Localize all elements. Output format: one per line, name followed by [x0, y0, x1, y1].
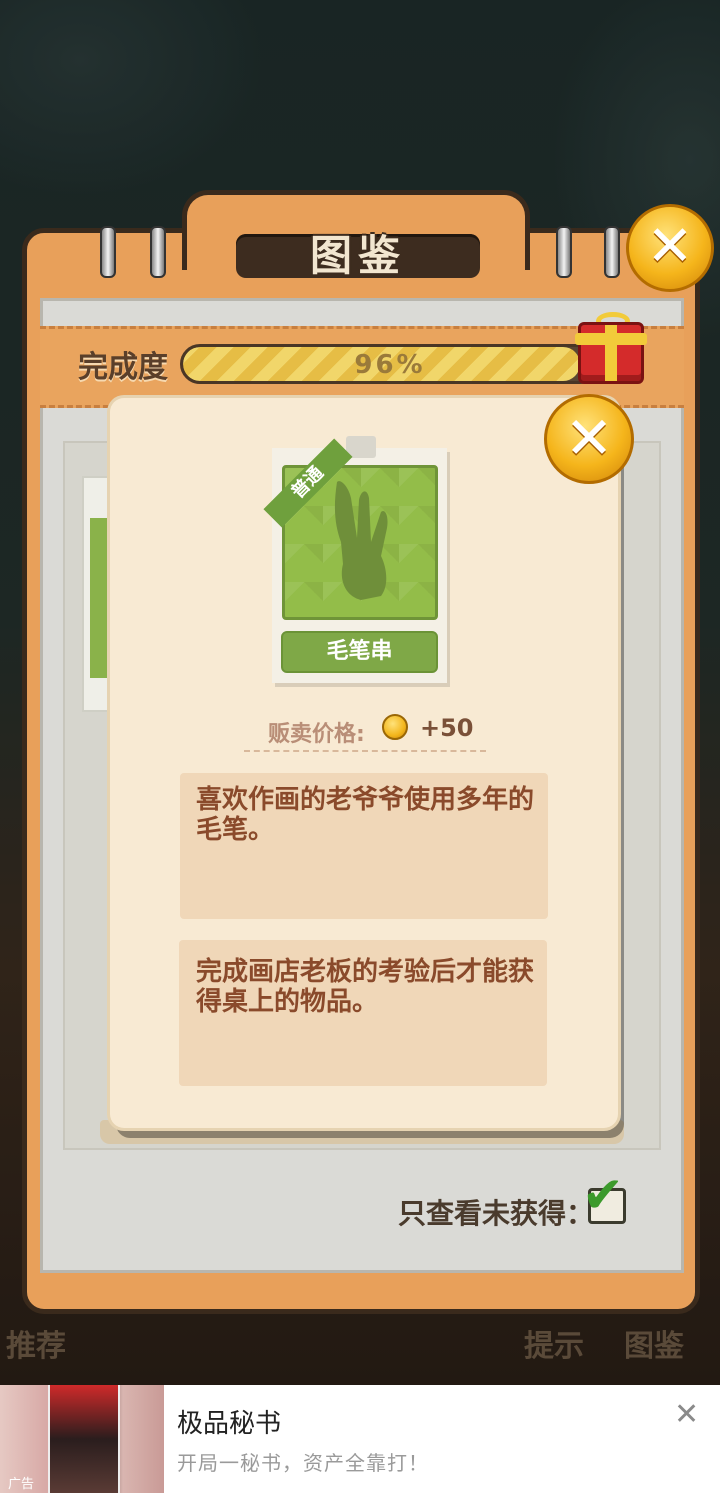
unlock-hint-text: 完成画店老板的考验后才能获得桌上的物品。	[196, 957, 535, 1017]
filter-unobtained-label: 只查看未获得：	[398, 1197, 595, 1230]
scene-tab-collection: 图鉴	[624, 1329, 684, 1364]
book-title: 图鉴	[309, 231, 406, 280]
ad-banner[interactable]: 广告 极品秘书 开局一秘书，资产全靠打！ ✕	[0, 1385, 720, 1493]
scene-tab-hint: 提示	[524, 1329, 584, 1364]
binder-ring-icon	[100, 226, 116, 278]
close-detail-button[interactable]: ✕	[544, 394, 634, 484]
scene-tab-recommend: 推荐	[6, 1329, 66, 1364]
sell-price-value: +50	[420, 714, 474, 742]
gift-box-icon[interactable]	[575, 322, 647, 384]
check-icon: ✔	[582, 1166, 624, 1224]
sell-price-label: 贩卖价格:	[268, 722, 365, 747]
item-description: 喜欢作画的老爷爷使用多年的毛笔。	[196, 785, 535, 845]
ad-tag: 广告	[8, 1477, 35, 1492]
completion-label: 完成度	[78, 350, 168, 385]
ad-subtitle: 开局一秘书，资产全靠打！	[177, 1451, 429, 1475]
ad-image	[48, 1385, 120, 1493]
binder-ring-icon	[150, 226, 166, 278]
completion-value: 96%	[354, 350, 426, 380]
ad-title[interactable]: 极品秘书	[177, 1403, 281, 1440]
binder-ring-icon	[556, 226, 572, 278]
close-book-button[interactable]: ✕	[626, 204, 714, 292]
coin-icon	[382, 714, 408, 740]
ad-thumbnail[interactable]: 广告	[0, 1385, 164, 1493]
ad-close-icon[interactable]: ✕	[674, 1397, 699, 1432]
item-name: 毛笔串	[281, 631, 438, 673]
binder-ring-icon	[604, 226, 620, 278]
